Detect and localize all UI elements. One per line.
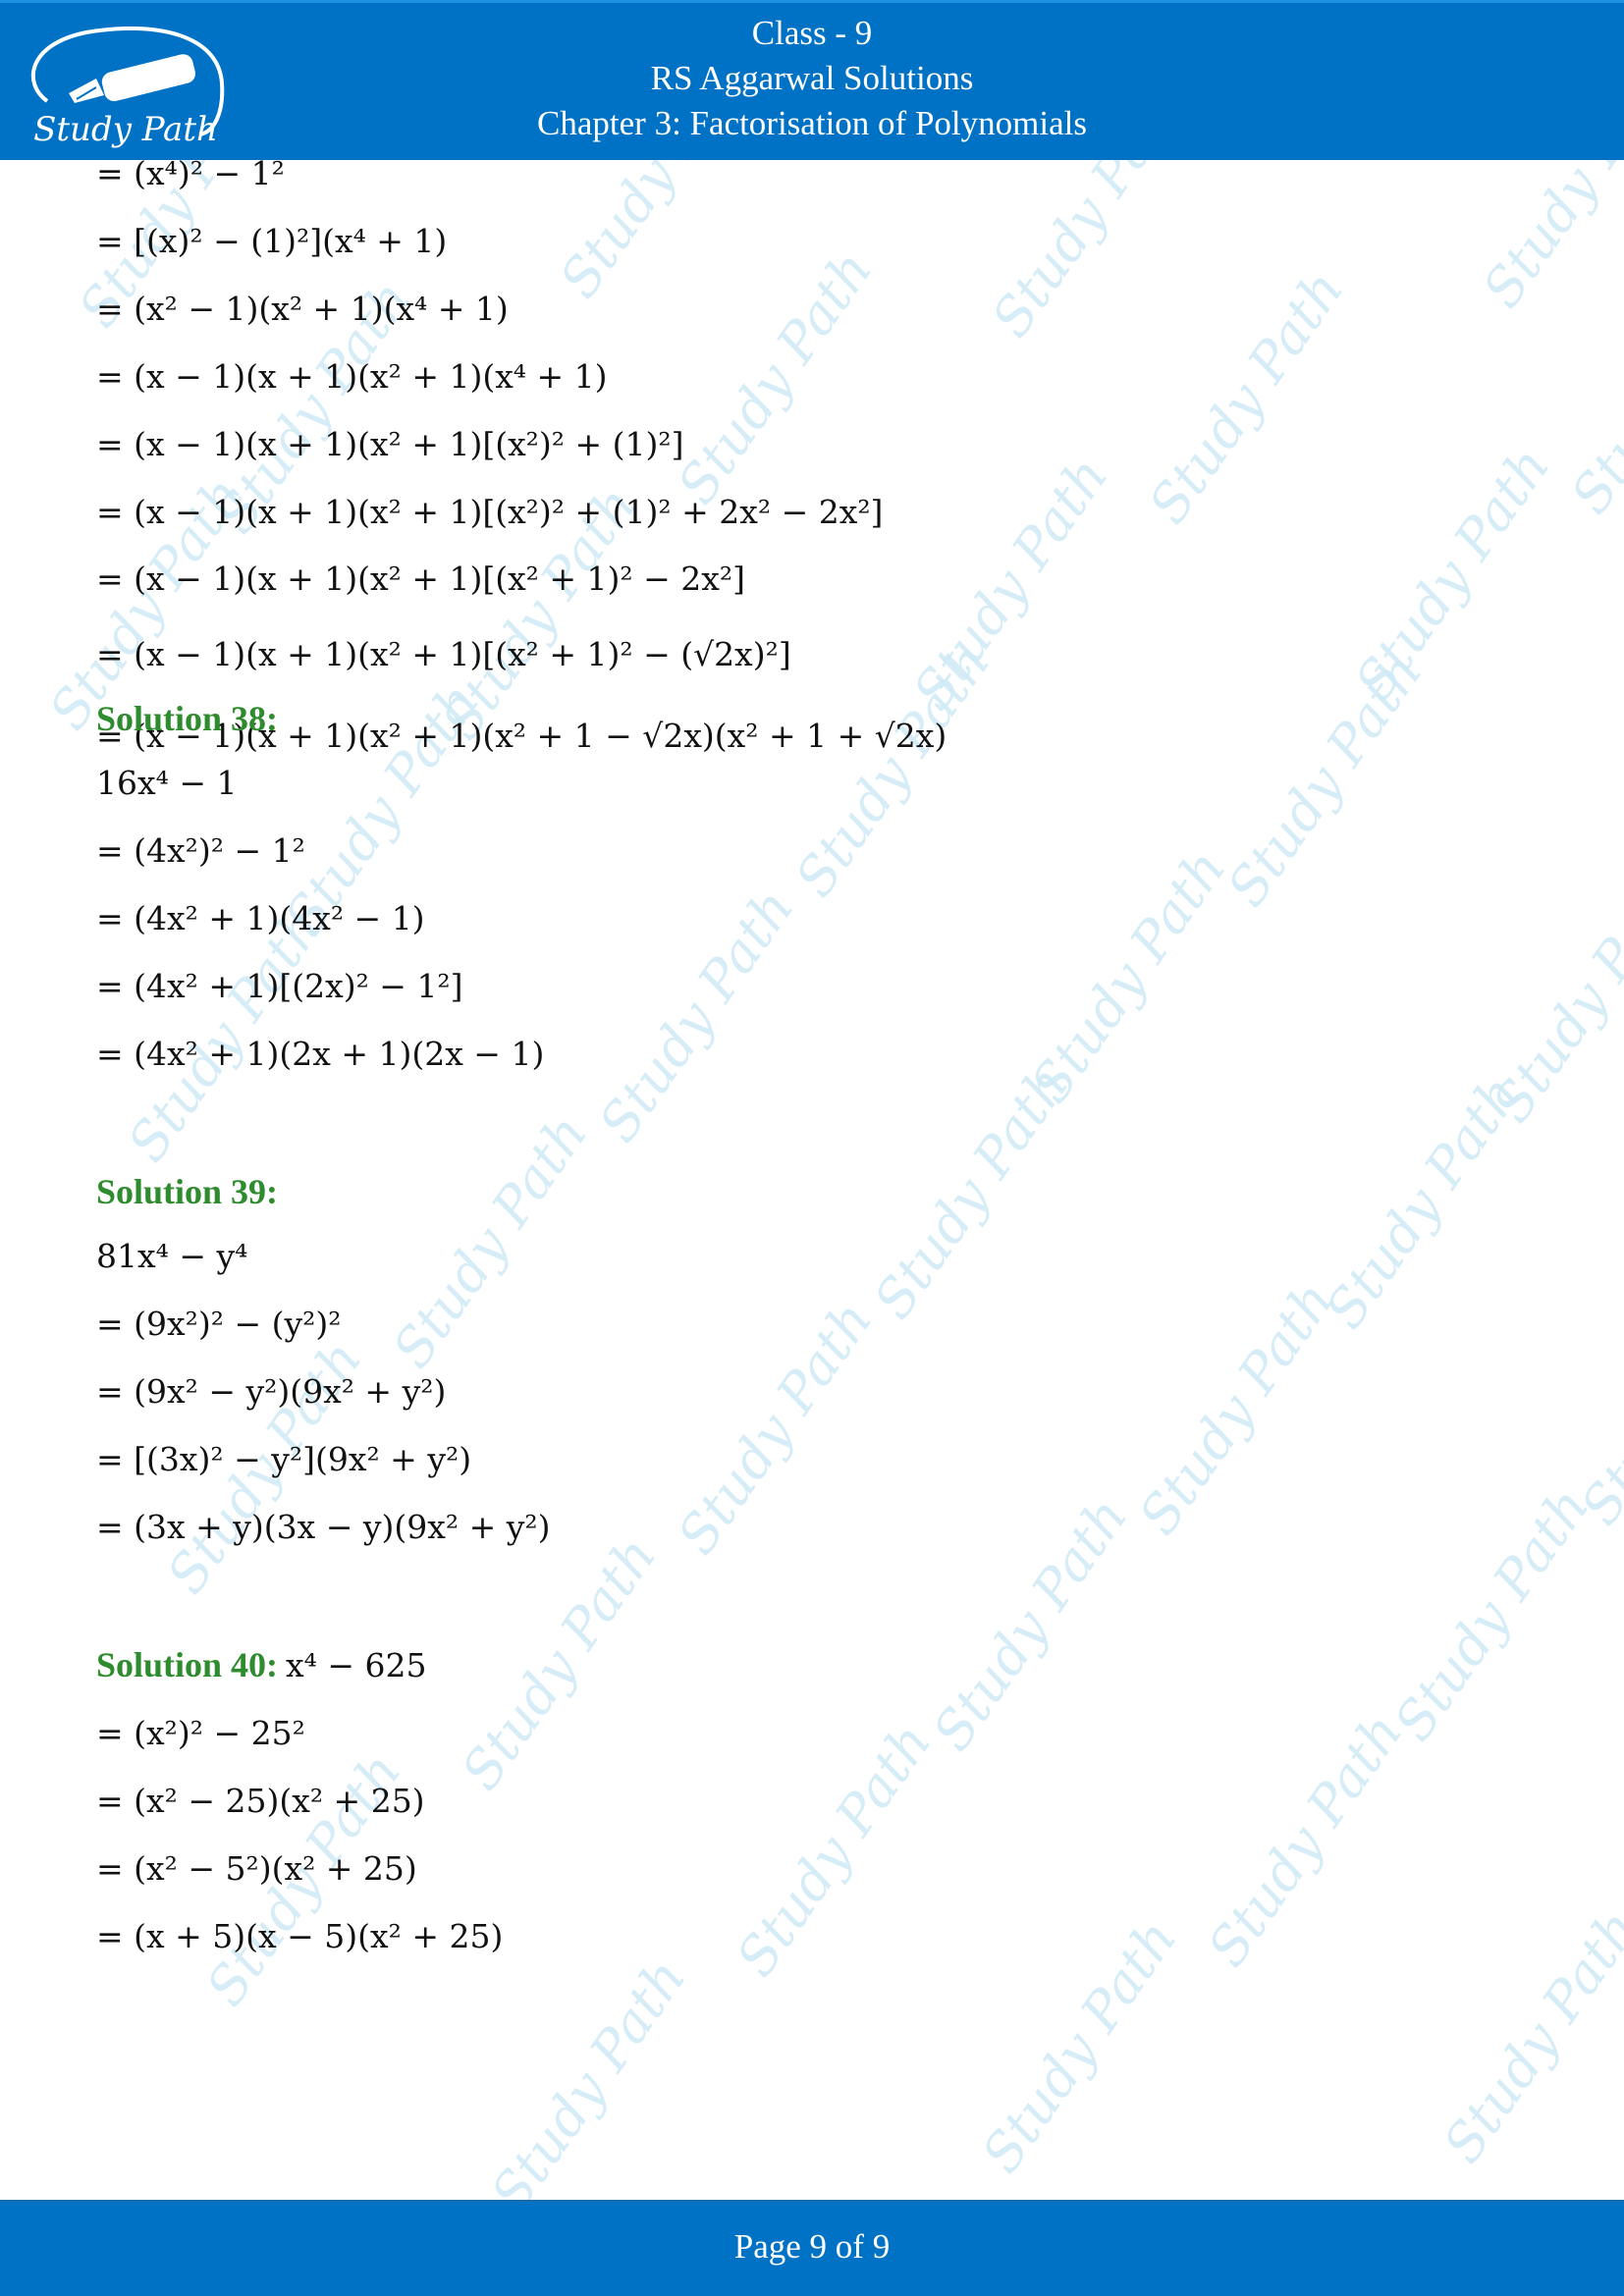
header-title-block: Class - 9 RS Aggarwal Solutions Chapter …	[0, 11, 1624, 146]
header-class: Class - 9	[751, 14, 873, 52]
math-step: = (x⁴)² − 1²	[96, 154, 285, 192]
solution-title: Solution 38:	[96, 699, 279, 738]
math-step: = (x + 5)(x − 5)(x² + 25)	[96, 1917, 504, 1955]
watermark-text: Study Path	[724, 1712, 944, 1988]
math-step: = [(3x)² − y²](9x² + y²)	[96, 1440, 472, 1478]
watermark-text: Study Path	[1431, 1898, 1624, 2174]
watermark-text: Study Path	[1215, 642, 1435, 918]
page-number: Page 9 of 9	[733, 2227, 891, 2266]
watermark-text: Study Path	[1342, 436, 1562, 712]
watermark-text: Study Path	[380, 1103, 600, 1379]
math-step: = (4x² + 1)(2x + 1)(2x − 1)	[96, 1035, 545, 1073]
watermark-text: Study Path	[1607, 603, 1624, 879]
watermark-text: Study Path	[861, 1054, 1081, 1330]
watermark-text: Study Path	[586, 878, 806, 1153]
page-footer: Page 9 of 9	[0, 2200, 1624, 2296]
watermark-text: Study Path	[1195, 1702, 1415, 1978]
watermark-text: Study Path	[665, 240, 885, 515]
watermark-text: Study Path	[1480, 858, 1624, 1134]
math-step: = (3x + y)(3x − y)(9x² + y²)	[96, 1508, 551, 1546]
watermark-text: Study Path	[1313, 1064, 1533, 1340]
watermark-text: Study Path	[1607, 1673, 1624, 1949]
solution-title: Solution 39:	[96, 1172, 279, 1211]
solution-heading: Solution 39:	[96, 1171, 278, 1212]
math-step: = (4x² + 1)(4x² − 1)	[96, 899, 425, 937]
problem-expression: x⁴ − 625	[286, 1646, 427, 1684]
watermark-text: Study Path	[478, 1948, 698, 2200]
math-step: = (4x²)² − 1²	[96, 831, 305, 870]
header-chapter: Chapter 3: Factorisation of Polynomials	[537, 104, 1087, 142]
solution-heading: Solution 40: x⁴ − 625	[96, 1644, 427, 1685]
watermark-text: Study Path	[449, 1525, 669, 1801]
math-step: = (x − 1)(x + 1)(x² + 1)(x⁴ + 1)	[96, 357, 608, 396]
watermark-text: Study Path	[1136, 259, 1356, 535]
solution-title: Solution 40:	[96, 1645, 279, 1684]
watermark-text: Study Path	[547, 160, 767, 309]
math-step: = (x² − 25)(x² + 25)	[96, 1782, 425, 1820]
watermark-text: Study Path	[1568, 1260, 1624, 1536]
solution-heading: Solution 38:	[96, 698, 278, 739]
watermark-text: Study Path	[920, 1486, 1140, 1762]
page-header: Study Path Class - 9 RS Aggarwal Solutio…	[0, 0, 1624, 160]
math-step: = [(x)² − (1)²](x⁴ + 1)	[96, 222, 448, 260]
watermark-text: Study Path	[979, 160, 1199, 348]
math-step: 81x⁴ − y⁴	[96, 1237, 248, 1275]
watermark-text: Study Path	[783, 632, 1002, 908]
math-step: = (x²)² − 25²	[96, 1714, 305, 1752]
watermark-text: Study Path	[900, 446, 1120, 721]
watermark-text: Study Path	[665, 1290, 885, 1566]
math-step: = (x² − 1)(x² + 1)(x⁴ + 1)	[96, 290, 509, 328]
watermark-text: Study Path	[1381, 1476, 1601, 1752]
math-step: = (x − 1)(x + 1)(x² + 1)[(x² + 1)² − (√2…	[96, 635, 791, 673]
watermark-text: Study Path	[1018, 838, 1238, 1114]
math-step: = (x − 1)(x + 1)(x² + 1)[(x²)² + (1)² + …	[96, 493, 884, 531]
watermark-text: Study Path	[1470, 160, 1624, 319]
watermark-text: Study Path	[969, 1908, 1189, 2184]
math-step: = (4x² + 1)[(2x)² − 1²]	[96, 967, 463, 1005]
watermark-text: Study Path	[1558, 249, 1624, 525]
math-step: = (9x² − y²)(9x² + y²)	[96, 1372, 447, 1411]
watermark-text: Study Path	[1126, 1270, 1346, 1546]
header-book: RS Aggarwal Solutions	[650, 59, 974, 97]
math-step: = (x − 1)(x + 1)(x² + 1)[(x²)² + (1)²]	[96, 425, 684, 463]
math-step: = (x² − 5²)(x² + 25)	[96, 1849, 417, 1888]
math-step: = (x − 1)(x + 1)(x² + 1)[(x² + 1)² − 2x²…	[96, 560, 745, 598]
math-step: = (9x²)² − (y²)²	[96, 1305, 342, 1343]
math-step: 16x⁴ − 1	[96, 764, 238, 802]
